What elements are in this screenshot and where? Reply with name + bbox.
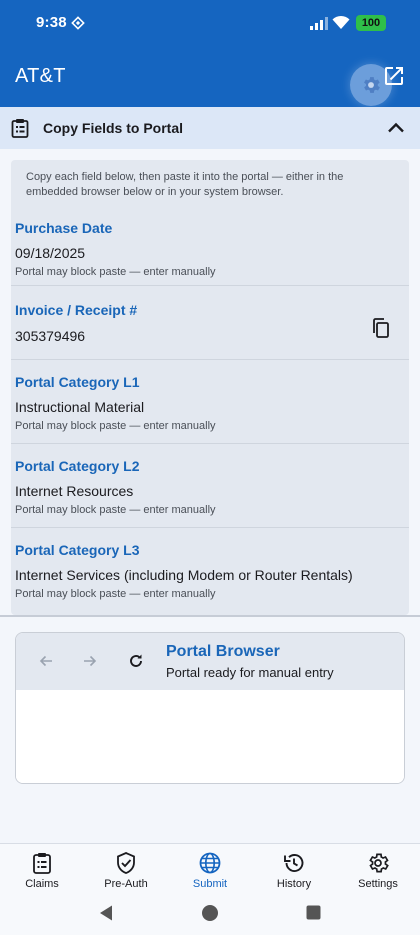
field-portal-category-l1[interactable]: Portal Category L1 Instructional Materia… bbox=[11, 360, 409, 444]
copy-icon[interactable] bbox=[369, 316, 393, 340]
chevron-up-icon[interactable] bbox=[386, 118, 406, 138]
field-portal-category-l2[interactable]: Portal Category L2 Internet Resources Po… bbox=[11, 444, 409, 528]
clipboard-icon bbox=[11, 119, 29, 138]
field-portal-category-l3[interactable]: Portal Category L3 Internet Services (in… bbox=[11, 528, 409, 612]
app-bar: AT&T bbox=[0, 46, 420, 107]
app-title: AT&T bbox=[15, 65, 66, 87]
field-note: Portal may block paste — enter manually bbox=[15, 266, 216, 278]
battery-icon: 100 bbox=[356, 15, 386, 31]
browser-title: Portal Browser bbox=[166, 643, 280, 660]
field-value[interactable]: Instructional Material bbox=[15, 399, 144, 415]
signal-icon bbox=[310, 17, 328, 30]
browser-toolbar: Portal Browser Portal ready for manual e… bbox=[16, 633, 404, 690]
history-icon bbox=[284, 854, 304, 872]
nav-label: Settings bbox=[358, 878, 398, 890]
divider bbox=[0, 615, 420, 617]
gear-icon bbox=[369, 853, 389, 873]
shield-check-icon bbox=[117, 852, 135, 874]
nav-label: Submit bbox=[192, 878, 228, 890]
status-time: 9:38 bbox=[36, 14, 67, 31]
field-purchase-date[interactable]: Purchase Date 09/18/2025 Portal may bloc… bbox=[11, 208, 409, 286]
nav-settings[interactable]: Settings bbox=[336, 844, 420, 892]
nav-label: Pre-Auth bbox=[104, 878, 148, 890]
system-recents-icon[interactable] bbox=[306, 905, 321, 920]
field-label: Purchase Date bbox=[15, 220, 113, 236]
bottom-navigation: Claims Pre-Auth Submit History Settings bbox=[0, 843, 420, 891]
portal-browser-card: Portal Browser Portal ready for manual e… bbox=[15, 632, 405, 784]
nav-history[interactable]: History bbox=[252, 844, 336, 892]
clipboard-icon bbox=[33, 853, 51, 874]
field-value[interactable]: 09/18/2025 bbox=[15, 245, 85, 261]
field-note: Portal may block paste — enter manually bbox=[15, 504, 216, 516]
forward-arrow-icon[interactable] bbox=[82, 653, 98, 669]
battery-level: 100 bbox=[361, 17, 381, 29]
nav-claims[interactable]: Claims bbox=[0, 844, 84, 892]
gear-icon bbox=[364, 77, 380, 93]
nav-label: History bbox=[276, 878, 312, 890]
location-diamond-icon bbox=[71, 16, 85, 30]
nav-label: Claims bbox=[25, 878, 59, 890]
wifi-icon bbox=[332, 15, 350, 29]
section-title: Copy Fields to Portal bbox=[43, 120, 184, 136]
field-invoice-receipt[interactable]: Invoice / Receipt # 305379496 bbox=[11, 286, 409, 360]
field-note: Portal may block paste — enter manually bbox=[15, 420, 216, 432]
field-label: Portal Category L1 bbox=[15, 374, 140, 390]
status-bar: 9:38 100 bbox=[0, 0, 420, 46]
system-home-icon[interactable] bbox=[201, 904, 219, 922]
nav-submit[interactable]: Submit bbox=[168, 844, 252, 892]
field-value[interactable]: 305379496 bbox=[15, 328, 85, 344]
system-navigation-bar bbox=[0, 891, 420, 935]
field-label: Invoice / Receipt # bbox=[15, 302, 138, 318]
field-label: Portal Category L2 bbox=[15, 458, 140, 474]
field-value[interactable]: Internet Resources bbox=[15, 483, 133, 499]
copy-fields-header[interactable]: Copy Fields to Portal bbox=[0, 107, 420, 149]
globe-icon bbox=[199, 852, 221, 874]
embedded-browser-view[interactable] bbox=[16, 690, 404, 783]
field-value[interactable]: Internet Services (including Modem or Ro… bbox=[15, 567, 353, 583]
field-list: Purchase Date 09/18/2025 Portal may bloc… bbox=[11, 208, 409, 612]
copy-fields-panel[interactable]: Copy each field below, then paste it int… bbox=[11, 160, 409, 615]
reload-icon[interactable] bbox=[127, 652, 145, 670]
instructions-text: Copy each field below, then paste it int… bbox=[26, 171, 344, 198]
open-external-icon[interactable] bbox=[382, 64, 406, 88]
field-note: Portal may block paste — enter manually bbox=[15, 588, 216, 600]
browser-status: Portal ready for manual entry bbox=[166, 665, 334, 680]
back-arrow-icon[interactable] bbox=[38, 653, 54, 669]
system-back-icon[interactable] bbox=[98, 904, 114, 922]
nav-pre-auth[interactable]: Pre-Auth bbox=[84, 844, 168, 892]
field-label: Portal Category L3 bbox=[15, 542, 140, 558]
